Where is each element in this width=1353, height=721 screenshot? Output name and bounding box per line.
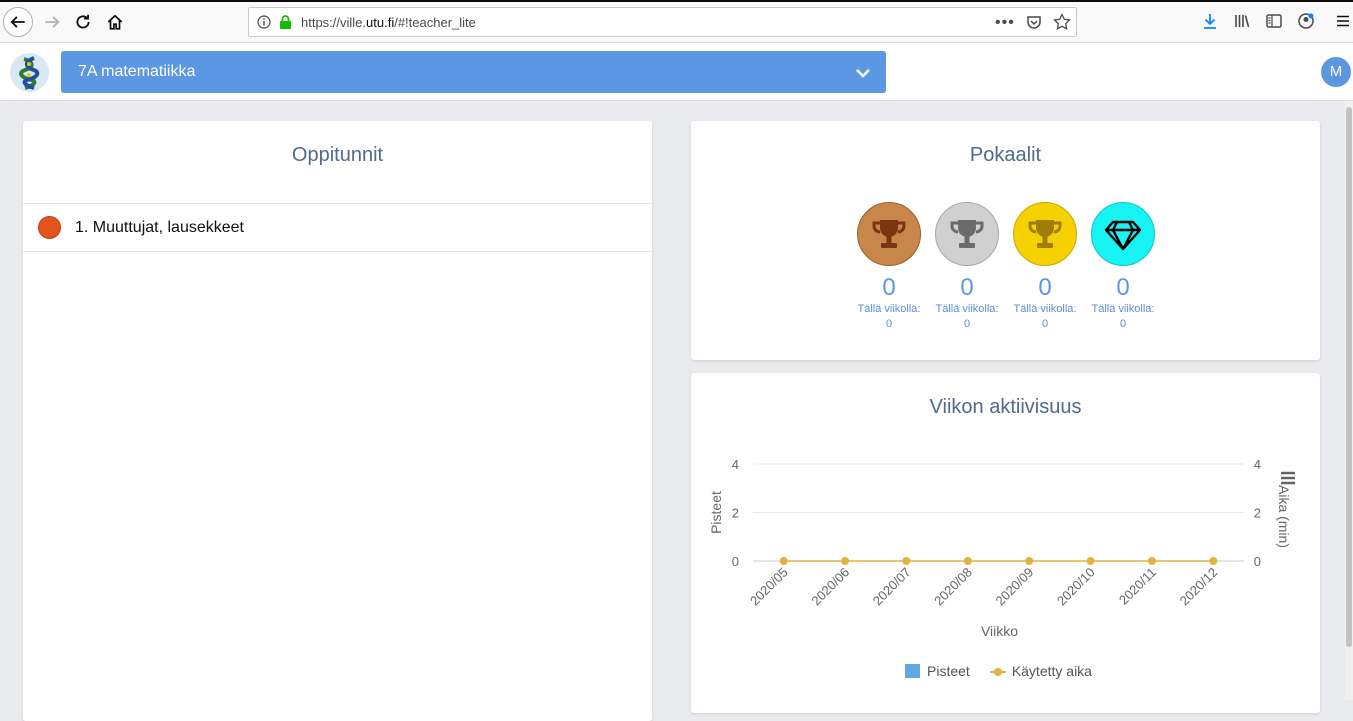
forward-button[interactable]: [37, 7, 67, 37]
activity-card: Viikon aktiivisuus 0 0 2 2 4 4 2020/05 2020/06 2…: [691, 373, 1320, 713]
url-text[interactable]: https://ville.utu.fi/#!teacher_lite: [301, 15, 476, 30]
y2-tick-label: 0: [1254, 554, 1261, 569]
y-tick-label: 0: [732, 554, 739, 569]
x-tick-label: 2020/11: [1116, 565, 1159, 608]
trophy-week-count: 0: [963, 318, 971, 330]
chart-menu-icon[interactable]: [1280, 471, 1296, 485]
trophy-week-label: Tällä viikolla:: [857, 303, 921, 315]
chevron-down-icon: [856, 69, 870, 78]
url-prefix: https://ville.: [301, 15, 367, 30]
url-suffix: /#!teacher_lite: [394, 15, 476, 30]
legend-points-label[interactable]: Pisteet: [927, 663, 970, 679]
sidebar-icon[interactable]: [1265, 12, 1283, 30]
data-point: [1147, 557, 1156, 565]
trophy-week-count: 0: [1041, 318, 1049, 330]
x-tick-label: 2020/12: [1177, 565, 1221, 609]
data-point: [1086, 557, 1095, 565]
scrollbar-thumb[interactable]: [1346, 107, 1352, 647]
app-header: 7A matematiikka M: [0, 43, 1353, 101]
trophy-silver: 0 Tällä viikolla: 0: [934, 202, 1000, 332]
chart-legend: Pisteet Käytetty aika: [905, 663, 1092, 679]
data-point: [963, 557, 972, 565]
tab-strip-edge: [0, 0, 1353, 2]
lessons-card: Oppitunnit 1. Muuttujat, lausekkeet: [23, 121, 652, 721]
trophies-title: Pokaalit: [969, 144, 1042, 166]
silver-medal: [935, 202, 999, 266]
x-tick-label: 2020/10: [1054, 565, 1098, 609]
arrow-left-icon: [10, 16, 25, 28]
legend-points-swatch: [905, 664, 920, 678]
trophy-week-count: 0: [885, 318, 893, 330]
trophy-bronze: 0 Tällä viikolla: 0: [856, 202, 922, 332]
y2-tick-label: 2: [1254, 506, 1261, 521]
trophy-count: 0: [882, 274, 896, 301]
trophies-card: Pokaalit 0 Tällä viikolla: 0 0 Tällä vii…: [691, 121, 1320, 360]
y2-tick-label: 4: [1254, 457, 1261, 472]
x-tick-label: 2020/05: [747, 565, 791, 609]
url-domain: utu.fi: [366, 15, 395, 30]
pocket-icon[interactable]: [1026, 14, 1042, 30]
x-tick-label: 2020/06: [808, 565, 852, 609]
lessons-title: Oppitunnit: [291, 144, 384, 166]
trophy-count: 0: [1038, 274, 1052, 301]
data-point: [902, 557, 911, 565]
address-bar[interactable]: https://ville.utu.fi/#!teacher_lite •••: [248, 7, 1077, 37]
y-tick-label: 2: [732, 506, 739, 521]
account-icon[interactable]: [1297, 12, 1315, 30]
trophy-week-label: Tällä viikolla:: [1013, 303, 1077, 315]
lesson-label: 1. Muuttujat, lausekkeet: [75, 219, 244, 236]
home-button[interactable]: [100, 7, 130, 37]
trophy-week-count: 0: [1119, 318, 1127, 330]
x-tick-label: 2020/08: [931, 565, 975, 609]
info-icon[interactable]: [257, 15, 271, 29]
x-axis-title: Viikko: [981, 623, 1018, 639]
trophy-diamond: 0 Tällä viikolla: 0: [1090, 202, 1156, 332]
trophy-count: 0: [960, 274, 974, 301]
back-button[interactable]: [3, 7, 33, 37]
x-tick-label: 2020/07: [870, 565, 914, 609]
course-dropdown[interactable]: 7A matematiikka: [61, 51, 886, 93]
data-point: [1025, 557, 1034, 565]
lesson-status-dot: [38, 216, 61, 239]
browser-toolbar: https://ville.utu.fi/#!teacher_lite •••: [0, 0, 1353, 43]
y2-axis-title: Aika (min): [1276, 485, 1292, 548]
lock-icon[interactable]: [279, 14, 292, 30]
y-axis-title: Pisteet: [708, 491, 724, 534]
page-actions-icon[interactable]: •••: [995, 14, 1015, 32]
activity-chart: 0 0 2 2 4 4 2020/05 2020/06 2020/07 2020/08 2020/0…: [708, 457, 1292, 639]
ville-logo[interactable]: [10, 53, 49, 92]
gold-medal: [1013, 202, 1077, 266]
legend-time-swatch: [989, 664, 1006, 678]
legend-time-label[interactable]: Käytetty aika: [1012, 663, 1092, 679]
trophy-icon: [872, 220, 906, 248]
trophy-count: 0: [1116, 274, 1130, 301]
bronze-medal: [857, 202, 921, 266]
lesson-item[interactable]: 1. Muuttujat, lausekkeet: [23, 204, 652, 252]
trophy-icon: [1028, 220, 1062, 248]
reload-button[interactable]: [68, 7, 98, 37]
trophy-week-label: Tällä viikolla:: [1091, 303, 1155, 315]
hamburger-menu-icon[interactable]: [1334, 12, 1352, 30]
trophy-icon: [950, 220, 984, 248]
reload-icon: [76, 14, 90, 29]
trophy-gold: 0 Tällä viikolla: 0: [1012, 202, 1078, 332]
course-name: 7A matematiikka: [78, 63, 196, 80]
page-scrollbar[interactable]: [1345, 101, 1353, 700]
data-point: [841, 557, 850, 565]
home-icon: [107, 14, 123, 30]
library-icon[interactable]: [1233, 12, 1251, 30]
x-tick-label: 2020/09: [992, 565, 1036, 609]
bookmark-star-icon[interactable]: [1053, 13, 1071, 31]
logo-icon: [19, 56, 40, 90]
download-icon[interactable]: [1201, 12, 1219, 30]
arrow-right-icon: [45, 16, 60, 28]
diamond-medal: [1091, 202, 1155, 266]
data-point: [1209, 557, 1218, 565]
trophy-week-label: Tällä viikolla:: [935, 303, 999, 315]
avatar[interactable]: M: [1321, 57, 1351, 87]
data-point: [779, 557, 788, 565]
diamond-icon: [1104, 220, 1142, 251]
y-tick-label: 4: [732, 457, 739, 472]
